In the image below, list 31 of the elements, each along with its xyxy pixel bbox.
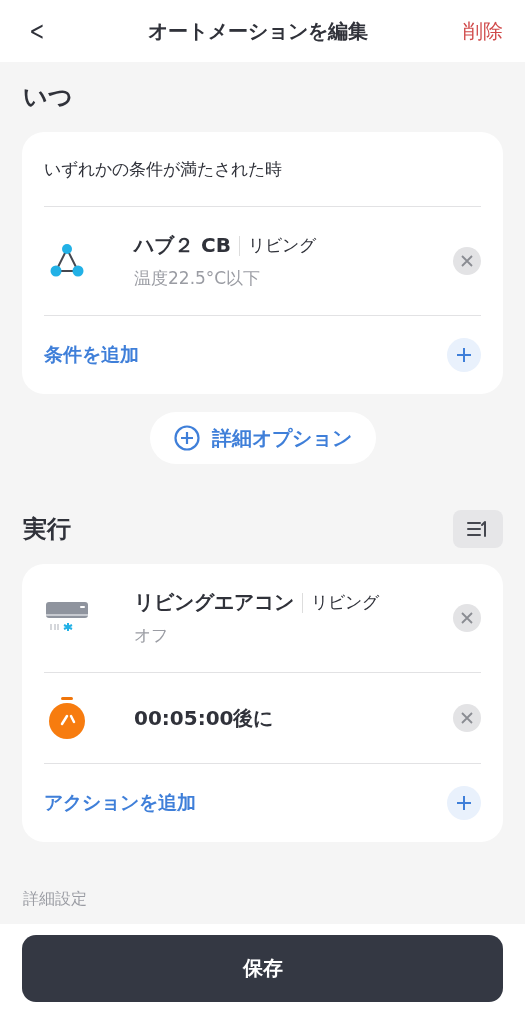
add-link[interactable]: 条件を追加 bbox=[44, 342, 139, 368]
section-title: 実行 bbox=[23, 514, 71, 545]
plus-icon bbox=[457, 796, 471, 810]
plus-circle-icon bbox=[173, 425, 200, 451]
device-name: ハブ２ CB bbox=[134, 232, 231, 259]
close-icon bbox=[461, 712, 473, 724]
plus-icon bbox=[457, 348, 471, 362]
delete-button[interactable]: 削除 bbox=[463, 17, 503, 45]
save-button[interactable]: 保存 bbox=[22, 935, 503, 1002]
room-label: リビング bbox=[311, 591, 379, 614]
status-text: オフ bbox=[134, 624, 169, 647]
advanced-options-button[interactable]: 詳細オプション bbox=[149, 412, 376, 464]
remove-button[interactable] bbox=[453, 704, 481, 732]
close-icon bbox=[461, 255, 473, 267]
room-label: リビング bbox=[247, 234, 316, 257]
section-label: 詳細設定 bbox=[23, 889, 87, 908]
status-text: 温度22.5°C以下 bbox=[134, 267, 262, 290]
device-name: リビングエアコン bbox=[134, 589, 294, 616]
add-button[interactable] bbox=[447, 786, 481, 820]
condition-mode-text: いずれかの条件が満たされた時 bbox=[44, 132, 481, 207]
delay-label: 00:05:00後に bbox=[134, 704, 274, 732]
stopwatch-icon bbox=[47, 696, 87, 740]
section-title: いつ bbox=[23, 82, 73, 113]
remove-button[interactable] bbox=[453, 247, 481, 275]
page-title: オートメーションを編集 bbox=[146, 17, 369, 45]
add-button[interactable] bbox=[447, 338, 481, 372]
sort-button[interactable] bbox=[453, 510, 503, 548]
remove-button[interactable] bbox=[453, 604, 481, 632]
close-icon bbox=[461, 612, 473, 624]
add-link[interactable]: アクションを追加 bbox=[44, 790, 196, 816]
back-button[interactable]: < bbox=[26, 16, 48, 46]
